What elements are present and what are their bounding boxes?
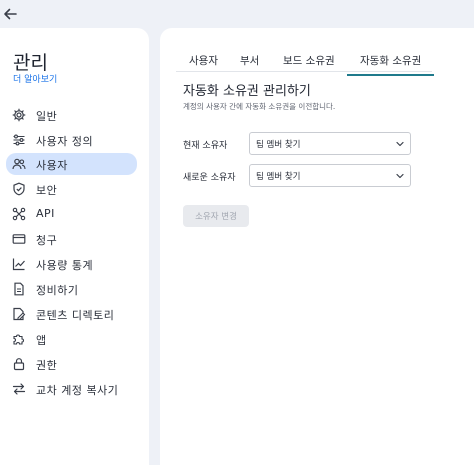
sidebar-item-label: 보안 [36, 184, 58, 197]
transfer-icon [12, 382, 26, 396]
lock-icon [12, 357, 26, 371]
chart-icon [12, 257, 26, 271]
tab-users[interactable]: 사용자 [189, 53, 218, 68]
sidebar-item-label: 정비하기 [36, 284, 79, 297]
sidebar-item-security[interactable]: 보안 [6, 178, 137, 200]
users-icon [12, 157, 26, 171]
sliders-icon [12, 133, 26, 147]
sidebar-item-users[interactable]: 사용자 [6, 153, 137, 175]
sidebar-item-usage-stats[interactable]: 사용량 통계 [6, 253, 137, 275]
current-owner-value: 팀 멤버 찾기 [256, 140, 301, 150]
sidebar-item-label: 일반 [36, 110, 58, 123]
sidebar-item-label: 사용자 [36, 159, 68, 172]
sidebar-item-label: 콘텐츠 디렉토리 [36, 309, 115, 322]
sidebar-title: 관리 [13, 52, 48, 74]
main-panel: 사용자 부서 보드 소유권 자동화 소유권 자동화 소유권 관리하기 계정의 사… [160, 28, 474, 465]
sidebar-item-label: 권한 [36, 359, 58, 372]
current-owner-select[interactable]: 팀 멤버 찾기 [249, 132, 411, 155]
chevron-down-icon [395, 139, 405, 149]
section-description: 계정의 사용자 간에 자동화 소유권을 이전합니다. [183, 102, 336, 111]
sidebar-item-customization[interactable]: 사용자 정의 [6, 129, 137, 151]
sidebar-item-label: 청구 [36, 234, 58, 247]
sidebar-item-permissions[interactable]: 권한 [6, 353, 137, 375]
sidebar-item-maintenance[interactable]: 정비하기 [6, 278, 137, 300]
tab-automation-ownership[interactable]: 자동화 소유권 [346, 53, 435, 76]
sidebar-item-cross-account-copier[interactable]: 교차 계정 복사기 [6, 378, 137, 400]
chevron-down-icon [395, 171, 405, 181]
change-owner-button[interactable]: 소유자 변경 [183, 205, 249, 227]
sidebar-item-api[interactable]: API [6, 203, 137, 225]
section-title: 자동화 소유권 관리하기 [183, 84, 311, 99]
tab-bar: 사용자 부서 보드 소유권 자동화 소유권 [176, 50, 435, 76]
sidebar-item-general[interactable]: 일반 [6, 104, 137, 126]
card-icon [12, 232, 26, 246]
folder-edit-icon [12, 307, 26, 321]
new-owner-value: 팀 멤버 찾기 [256, 172, 301, 182]
sidebar-item-label: 교차 계정 복사기 [36, 384, 119, 397]
new-owner-select[interactable]: 팀 멤버 찾기 [249, 164, 411, 187]
sidebar-item-label: 앱 [36, 334, 47, 347]
document-icon [12, 282, 26, 296]
puzzle-icon [12, 332, 26, 346]
sidebar: 관리 더 알아보기 일반 사용자 정의 사용자 보안 API 청구 사용량 통계… [0, 28, 149, 465]
sidebar-item-label: 사용자 정의 [36, 135, 94, 148]
top-bar [0, 0, 474, 28]
learn-more-link[interactable]: 더 알아보기 [13, 72, 57, 85]
sidebar-item-label: API [36, 207, 55, 220]
shield-icon [12, 182, 26, 196]
sidebar-item-apps[interactable]: 앱 [6, 328, 137, 350]
current-owner-label: 현재 소유자 [183, 141, 228, 151]
nodes-icon [12, 207, 26, 221]
sidebar-item-label: 사용량 통계 [36, 259, 94, 272]
sidebar-item-content-directory[interactable]: 콘텐츠 디렉토리 [6, 303, 137, 325]
gear-icon [12, 108, 26, 122]
new-owner-label: 새로운 소유자 [183, 173, 236, 183]
sidebar-item-billing[interactable]: 청구 [6, 228, 137, 250]
tab-departments[interactable]: 부서 [240, 53, 259, 68]
tab-board-ownership[interactable]: 보드 소유권 [283, 53, 335, 68]
back-arrow-icon[interactable] [2, 6, 18, 22]
